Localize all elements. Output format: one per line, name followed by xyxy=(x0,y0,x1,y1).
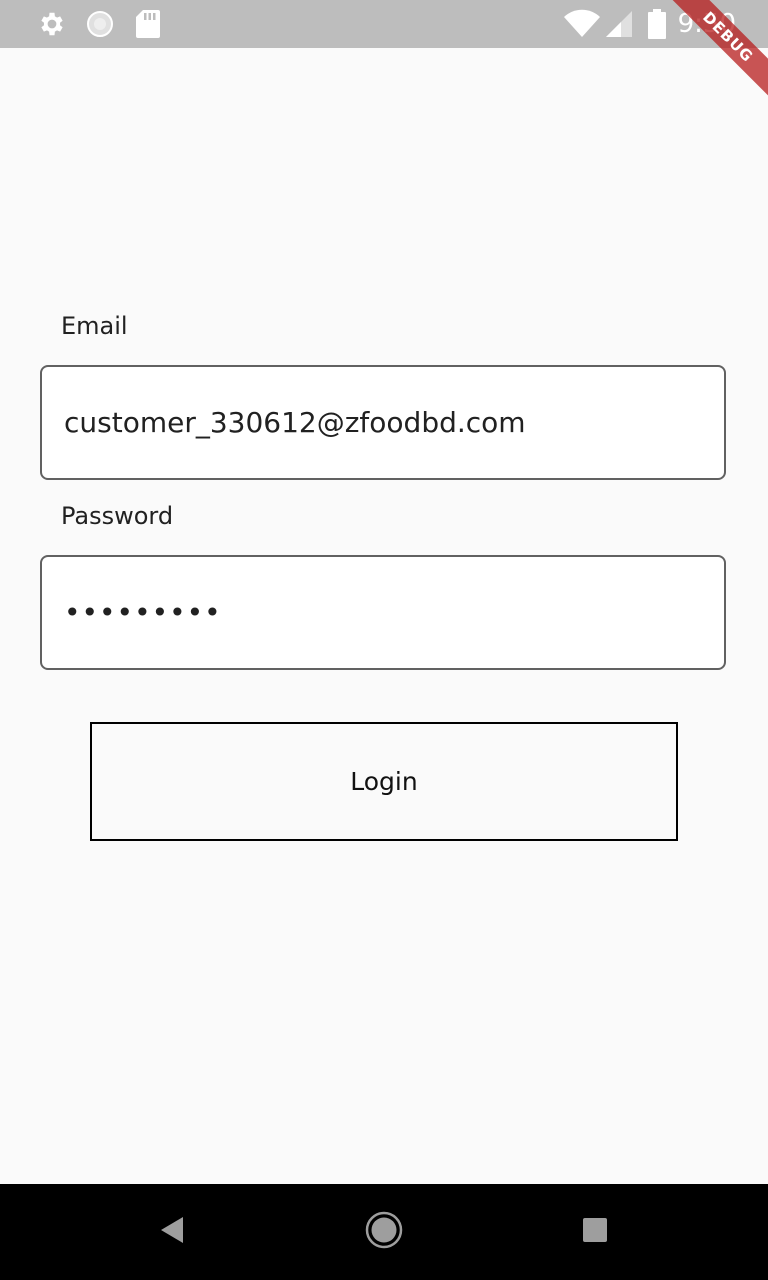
signal-icon xyxy=(604,0,634,48)
wifi-icon xyxy=(562,0,602,48)
sd-card-icon xyxy=(134,0,162,48)
login-button-label: Login xyxy=(350,767,418,796)
password-label: Password xyxy=(61,502,174,530)
password-value: ••••••••• xyxy=(64,596,222,629)
loading-icon xyxy=(84,0,116,48)
home-icon xyxy=(365,1211,403,1253)
email-label: Email xyxy=(61,312,128,340)
recents-button[interactable] xyxy=(547,1184,643,1280)
login-form: Email customer_330612@zfoodbd.com Passwo… xyxy=(0,48,768,1184)
login-button[interactable]: Login xyxy=(90,722,678,841)
status-bar: 9:50 xyxy=(0,0,768,48)
back-icon xyxy=(159,1215,185,1249)
battery-icon xyxy=(646,0,668,48)
email-field[interactable]: customer_330612@zfoodbd.com xyxy=(40,365,726,480)
settings-icon xyxy=(36,0,68,48)
status-time: 9:50 xyxy=(677,9,736,39)
recents-icon xyxy=(582,1217,608,1247)
password-field[interactable]: ••••••••• xyxy=(40,555,726,670)
home-button[interactable] xyxy=(336,1184,432,1280)
email-value: customer_330612@zfoodbd.com xyxy=(64,406,526,439)
back-button[interactable] xyxy=(124,1184,220,1280)
navigation-bar xyxy=(0,1184,768,1280)
